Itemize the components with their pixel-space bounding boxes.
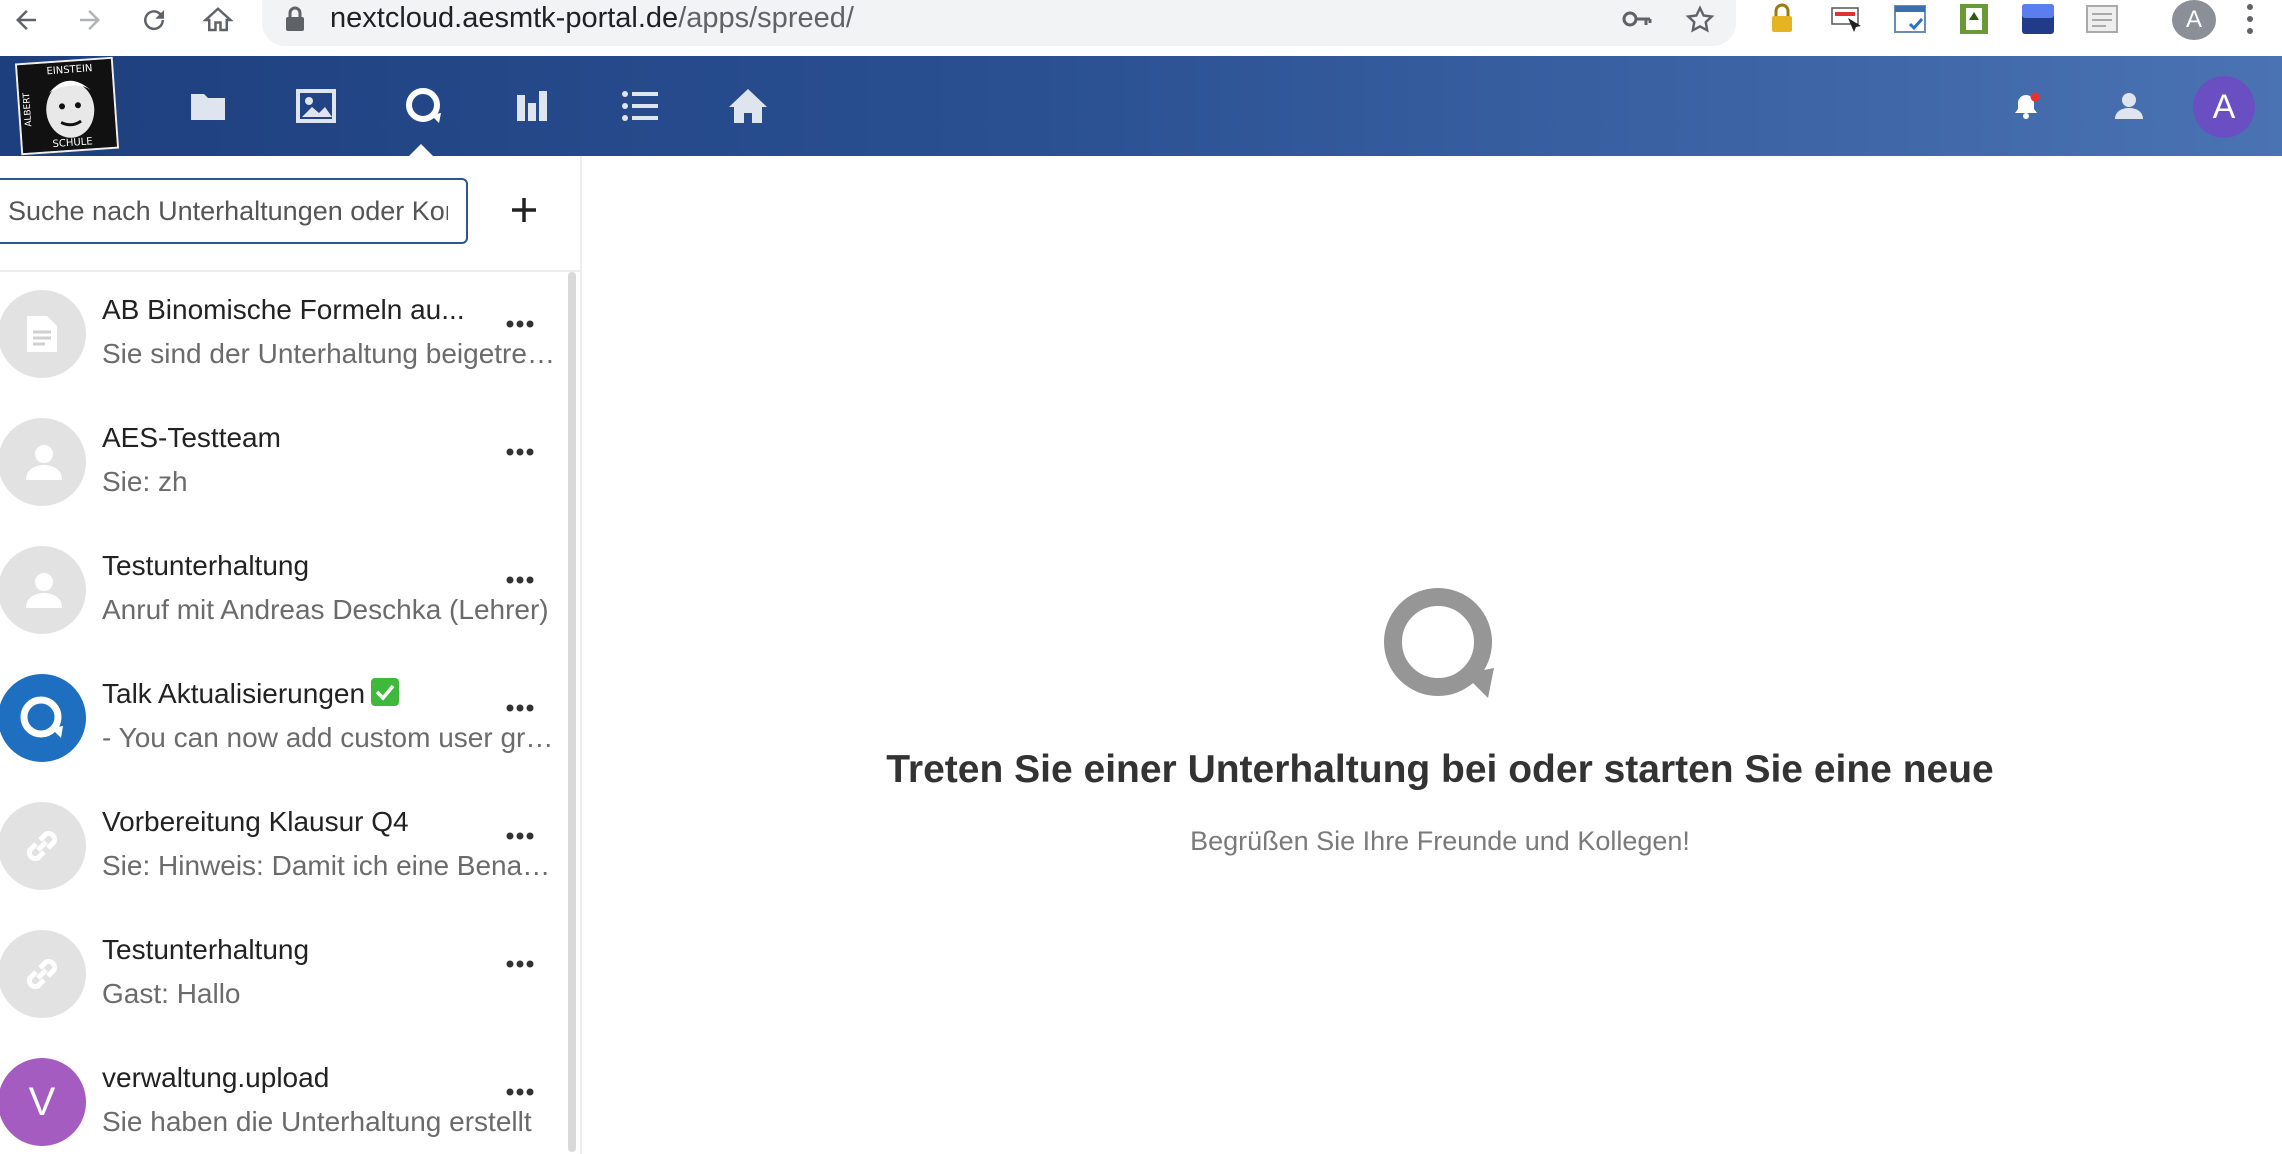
empty-content-subtitle: Begrüßen Sie Ihre Freunde und Kollegen! — [1190, 826, 1690, 856]
green-extension-icon[interactable] — [1956, 2, 1992, 36]
url-text: nextcloud.aesmtk-portal.de/apps/spreed/ — [330, 1, 854, 35]
browser-menu-icon[interactable] — [2244, 2, 2256, 41]
more-options-icon[interactable] — [500, 816, 540, 856]
image-icon[interactable] — [276, 56, 356, 156]
conversation-last-message: Sie: Hinweis: Damit ich eine Benachricht… — [102, 850, 558, 881]
conversation-last-message: Sie sind der Unterhaltung beigetreten — [102, 338, 558, 369]
list-item[interactable]: Vorbereitung Klausur Q4 Sie: Hinweis: Da… — [0, 784, 566, 912]
calendar-extension-icon[interactable] — [1892, 2, 1928, 36]
file-icon — [0, 290, 86, 378]
add-conversation-button[interactable] — [500, 186, 548, 234]
list-item[interactable]: AB Binomische Formeln au... Sie sind der… — [0, 272, 566, 400]
more-options-icon[interactable] — [500, 432, 540, 472]
conversation-name: verwaltung.upload — [102, 1062, 330, 1093]
conversation-last-message: Sie: zh — [102, 466, 188, 497]
home-icon[interactable] — [194, 0, 242, 40]
url-path: /apps/spreed/ — [678, 2, 854, 34]
more-options-icon[interactable] — [500, 1072, 540, 1112]
star-icon[interactable] — [1684, 4, 1716, 41]
link-icon — [0, 930, 86, 1018]
conversation-last-message: - You can now add custom user groups — [102, 722, 558, 753]
url-host: nextcloud.aesmtk-portal.de — [330, 2, 679, 34]
key-icon[interactable] — [1622, 6, 1652, 37]
check-mark-icon — [371, 678, 400, 706]
padlock-extension-icon[interactable] — [1764, 2, 1800, 36]
search-input[interactable] — [0, 178, 468, 244]
notification-bell-icon[interactable] — [2006, 56, 2046, 156]
empty-content-title: Treten Sie einer Unterhaltung bei oder s… — [886, 748, 1994, 791]
arrow-left-icon[interactable] — [2, 0, 50, 40]
grey-extension-icon[interactable] — [2084, 2, 2120, 36]
list-item[interactable]: Testunterhaltung Anruf mit Andreas Desch… — [0, 528, 566, 656]
group-icon — [0, 418, 86, 506]
more-options-icon[interactable] — [500, 304, 540, 344]
address-bar[interactable]: nextcloud.aesmtk-portal.de/apps/spreed/ — [262, 0, 1736, 46]
conversation-name: Testunterhaltung — [102, 550, 310, 581]
talk-icon — [0, 674, 86, 762]
conversation-sidebar: AB Binomische Formeln au... Sie sind der… — [0, 156, 582, 1154]
conversation-name: AES-Testteam — [102, 422, 281, 453]
conversation-last-message: Anruf mit Andreas Deschka (Lehrer) — [102, 594, 549, 625]
blue-extension-icon[interactable] — [2020, 2, 2056, 36]
arrow-right-icon[interactable] — [66, 0, 114, 40]
more-options-icon[interactable] — [500, 688, 540, 728]
list-item[interactable]: V verwaltung.upload Sie haben die Unterh… — [0, 1040, 566, 1154]
lock-icon — [284, 6, 306, 37]
conversation-name: AB Binomische Formeln au... — [102, 294, 465, 325]
list-item[interactable]: AES-Testteam Sie: zh — [0, 400, 566, 528]
browser-profile-avatar[interactable]: A — [2172, 0, 2216, 40]
paste-extension-icon[interactable] — [1828, 2, 1864, 36]
chart-icon[interactable] — [492, 56, 572, 156]
talk-icon[interactable] — [384, 56, 464, 156]
browser-toolbar: nextcloud.aesmtk-portal.de/apps/spreed/ … — [0, 0, 2282, 57]
more-options-icon[interactable] — [500, 944, 540, 984]
plus-icon — [512, 198, 536, 222]
contacts-icon[interactable] — [2104, 56, 2152, 156]
reload-icon[interactable] — [130, 0, 178, 40]
conversation-name: Testunterhaltung — [102, 934, 310, 965]
conversation-last-message: Gast: Hallo — [102, 978, 241, 1009]
search-row — [0, 156, 580, 272]
conversation-name-text: Talk Aktualisierungen — [102, 678, 366, 709]
conversation-name: Talk Aktualisierungen — [102, 678, 400, 710]
group-icon — [0, 546, 86, 634]
conversation-list: AB Binomische Formeln au... Sie sind der… — [0, 272, 566, 1154]
empty-content: Treten Sie einer Unterhaltung bei oder s… — [582, 156, 2282, 1154]
app-header: EINSTEIN SCHULE ALBERT A — [0, 56, 2282, 158]
list-item[interactable]: Testunterhaltung Gast: Hallo — [0, 912, 566, 1040]
conversation-last-message: Sie haben die Unterhaltung erstellt — [102, 1106, 532, 1137]
avatar: V — [0, 1058, 86, 1146]
school-logo[interactable]: EINSTEIN SCHULE ALBERT — [14, 56, 120, 156]
talk-icon — [1382, 588, 1498, 709]
user-avatar[interactable]: A — [2193, 76, 2255, 138]
house-icon[interactable] — [708, 56, 788, 156]
conversation-name: Vorbereitung Klausur Q4 — [102, 806, 409, 837]
sidebar-scrollbar[interactable] — [568, 272, 576, 1152]
more-options-icon[interactable] — [500, 560, 540, 600]
folder-icon[interactable] — [168, 56, 248, 156]
list-icon[interactable] — [600, 56, 680, 156]
link-icon — [0, 802, 86, 890]
list-item[interactable]: Talk Aktualisierungen - You can now add … — [0, 656, 566, 784]
